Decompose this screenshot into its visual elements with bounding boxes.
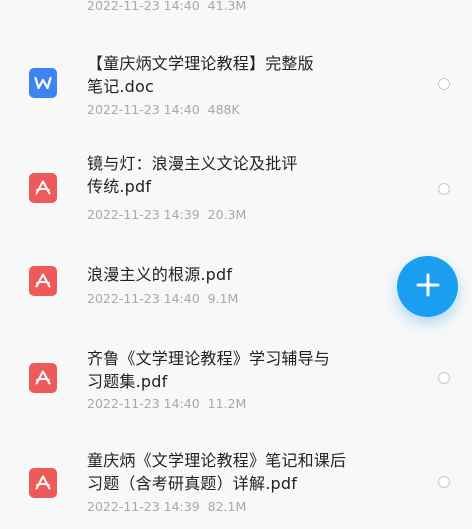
file-meta: 2022-11-23 14:40 41.3M: [87, 0, 246, 14]
pdf-file-icon: [29, 363, 57, 393]
file-name: 镜与灯：浪漫主义文论及批评 传统.pdf: [87, 154, 298, 196]
word-file-icon: [29, 68, 57, 98]
file-size: 11.2M: [207, 396, 247, 411]
pdf-file-icon: [29, 173, 57, 203]
file-date: 2022-11-23 14:40: [87, 291, 200, 306]
pdf-file-icon: [29, 468, 57, 498]
file-row[interactable]: 齐鲁《文学理论教程》学习辅导与 习题集.pdf 2022-11-23 14:40…: [0, 335, 472, 425]
file-row[interactable]: 2022-11-23 14:40 41.3M: [0, 0, 472, 20]
file-size: 488K: [207, 102, 240, 117]
file-name: 齐鲁《文学理论教程》学习辅导与 习题集.pdf: [87, 349, 331, 391]
select-radio[interactable]: [438, 78, 450, 90]
file-name: 浪漫主义的根源.pdf: [87, 265, 233, 284]
file-name: 童庆炳《文学理论教程》笔记和课后 习题（含考研真题）详解.pdf: [87, 451, 347, 493]
file-name: 【童庆炳文学理论教程】完整版 笔记.doc: [87, 54, 314, 96]
select-radio[interactable]: [438, 183, 450, 195]
file-row[interactable]: 童庆炳《文学理论教程》笔记和课后 习题（含考研真题）详解.pdf 2022-11…: [0, 440, 472, 529]
file-row[interactable]: 【童庆炳文学理论教程】完整版 笔记.doc 2022-11-23 14:40 48…: [0, 40, 472, 134]
file-meta: 2022-11-23 14:39 20.3M: [87, 207, 246, 223]
file-meta: 2022-11-23 14:40 11.2M: [87, 396, 246, 412]
file-size: 82.1M: [207, 499, 247, 514]
file-date: 2022-11-23 14:39: [87, 499, 200, 514]
file-browser-screen: 2022-11-23 14:40 41.3M 【童庆炳文学理论教程】完整版 笔记.…: [0, 0, 472, 529]
file-meta: 2022-11-23 14:40 488K: [87, 102, 240, 118]
file-size: 20.3M: [207, 207, 247, 222]
file-date: 2022-11-23 14:40: [87, 396, 200, 411]
plus-icon: [415, 272, 441, 302]
file-meta: 2022-11-23 14:40 9.1M: [87, 291, 238, 307]
file-row[interactable]: 镜与灯：浪漫主义文论及批评 传统.pdf 2022-11-23 14:39 20.…: [0, 140, 472, 234]
file-date: 2022-11-23 14:40: [87, 0, 200, 13]
pdf-file-icon: [29, 266, 57, 296]
file-date: 2022-11-23 14:40: [87, 102, 200, 117]
file-list: 2022-11-23 14:40 41.3M 【童庆炳文学理论教程】完整版 笔记.…: [0, 0, 472, 529]
file-size: 41.3M: [207, 0, 247, 13]
file-date: 2022-11-23 14:39: [87, 207, 200, 222]
file-meta: 2022-11-23 14:39 82.1M: [87, 499, 246, 515]
file-size: 9.1M: [207, 291, 239, 306]
select-radio[interactable]: [438, 476, 450, 488]
add-button[interactable]: [397, 256, 458, 317]
select-radio[interactable]: [438, 372, 450, 384]
